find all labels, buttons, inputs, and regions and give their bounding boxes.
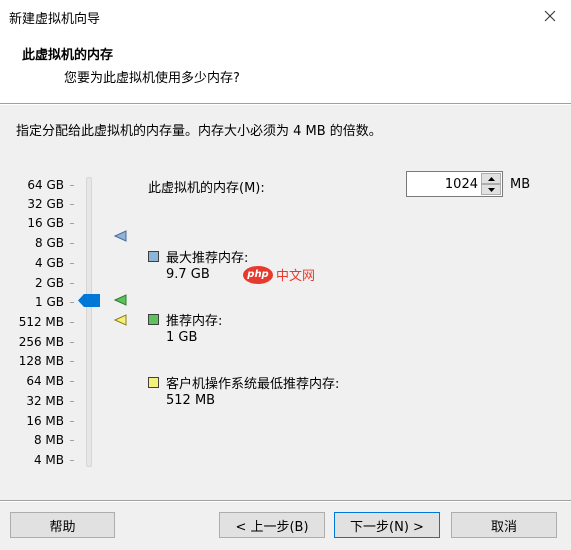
max-recommended-swatch <box>148 251 159 262</box>
scale-tick <box>70 342 74 343</box>
scale-tick <box>70 361 74 362</box>
scale-label: 8 GB <box>35 236 64 250</box>
cancel-button[interactable]: 取消 <box>451 512 557 538</box>
scale-tick <box>70 401 74 402</box>
scale-label: 8 MB <box>33 433 64 447</box>
max-recommended-value: 9.7 GB <box>166 267 210 282</box>
memory-slider-thumb[interactable] <box>78 294 100 307</box>
scale-label: 512 MB <box>18 315 64 329</box>
recommended-marker <box>113 294 128 306</box>
memory-label: 此虚拟机的内存(M): <box>148 181 265 196</box>
window-title: 新建虚拟机向导 <box>9 12 101 27</box>
scale-label: 16 MB <box>26 414 64 428</box>
scale-tick <box>70 263 74 264</box>
triangle-left-icon <box>113 314 127 326</box>
page-subtitle: 您要为此虚拟机使用多少内存? <box>64 71 240 86</box>
title-bar: 新建虚拟机向导 <box>0 0 571 33</box>
min-recommended-label: 客户机操作系统最低推荐内存: <box>166 377 340 392</box>
back-button[interactable]: < 上一步(B) <box>219 512 325 538</box>
scale-tick <box>70 460 74 461</box>
scale-tick <box>70 283 74 284</box>
scale-label: 2 GB <box>35 276 64 290</box>
watermark-text: 中文网 <box>276 269 316 284</box>
triangle-left-icon <box>113 294 127 306</box>
scale-label: 128 MB <box>18 354 64 368</box>
memory-value[interactable]: 1024 <box>445 177 478 192</box>
spin-down-button[interactable] <box>481 184 501 195</box>
scale-tick <box>70 440 74 441</box>
scale-label: 32 MB <box>26 394 64 408</box>
max-recommended-marker <box>113 230 128 242</box>
scale-label: 256 MB <box>18 335 64 349</box>
page-title: 此虚拟机的内存 <box>22 48 114 63</box>
scale-tick <box>70 421 74 422</box>
spin-up-button[interactable] <box>481 173 501 184</box>
scale-tick <box>70 243 74 244</box>
scale-label: 32 GB <box>27 197 64 211</box>
min-recommended-value: 512 MB <box>166 393 216 408</box>
close-icon <box>544 10 556 22</box>
memory-input[interactable]: 1024 <box>406 171 503 197</box>
scale-tick <box>70 302 74 303</box>
memory-scale: 64 GB 32 GB 16 GB 8 GB 4 GB 2 GB 1 GB 51… <box>0 105 80 500</box>
scale-label: 1 GB <box>35 295 64 309</box>
scale-label: 64 MB <box>26 374 64 388</box>
watermark: php 中文网 <box>243 265 315 284</box>
memory-slider-track[interactable] <box>86 177 92 467</box>
scale-label: 16 GB <box>27 216 64 230</box>
scale-tick <box>70 381 74 382</box>
scale-tick <box>70 204 74 205</box>
next-button[interactable]: 下一步(N) > <box>334 512 440 538</box>
close-button[interactable] <box>537 4 563 28</box>
max-recommended-label: 最大推荐内存: <box>166 251 249 266</box>
scale-tick <box>70 322 74 323</box>
memory-unit: MB <box>510 177 531 192</box>
chevron-up-icon <box>487 176 495 181</box>
button-bar: 帮助 < 上一步(B) 下一步(N) > 取消 <box>0 502 571 550</box>
recommended-value: 1 GB <box>166 330 198 345</box>
chevron-down-icon <box>487 187 495 192</box>
min-recommended-swatch <box>148 377 159 388</box>
scale-label: 64 GB <box>27 178 64 192</box>
help-button[interactable]: 帮助 <box>10 512 115 538</box>
min-recommended-marker <box>113 314 128 326</box>
recommended-swatch <box>148 314 159 325</box>
content-area: 指定分配给此虚拟机的内存量。内存大小必须为 4 MB 的倍数。 64 GB 32… <box>0 105 571 500</box>
wizard-window: 新建虚拟机向导 此虚拟机的内存 您要为此虚拟机使用多少内存? 指定分配给此虚拟机… <box>0 0 571 550</box>
memory-spinner <box>481 173 501 195</box>
scale-label: 4 GB <box>35 256 64 270</box>
watermark-logo: php <box>243 265 273 284</box>
slider-thumb-icon <box>78 294 100 307</box>
wizard-header: 此虚拟机的内存 您要为此虚拟机使用多少内存? <box>0 33 571 103</box>
triangle-left-icon <box>113 230 127 242</box>
scale-label: 4 MB <box>33 453 64 467</box>
recommended-label: 推荐内存: <box>166 314 223 329</box>
scale-tick <box>70 223 74 224</box>
scale-tick <box>70 185 74 186</box>
